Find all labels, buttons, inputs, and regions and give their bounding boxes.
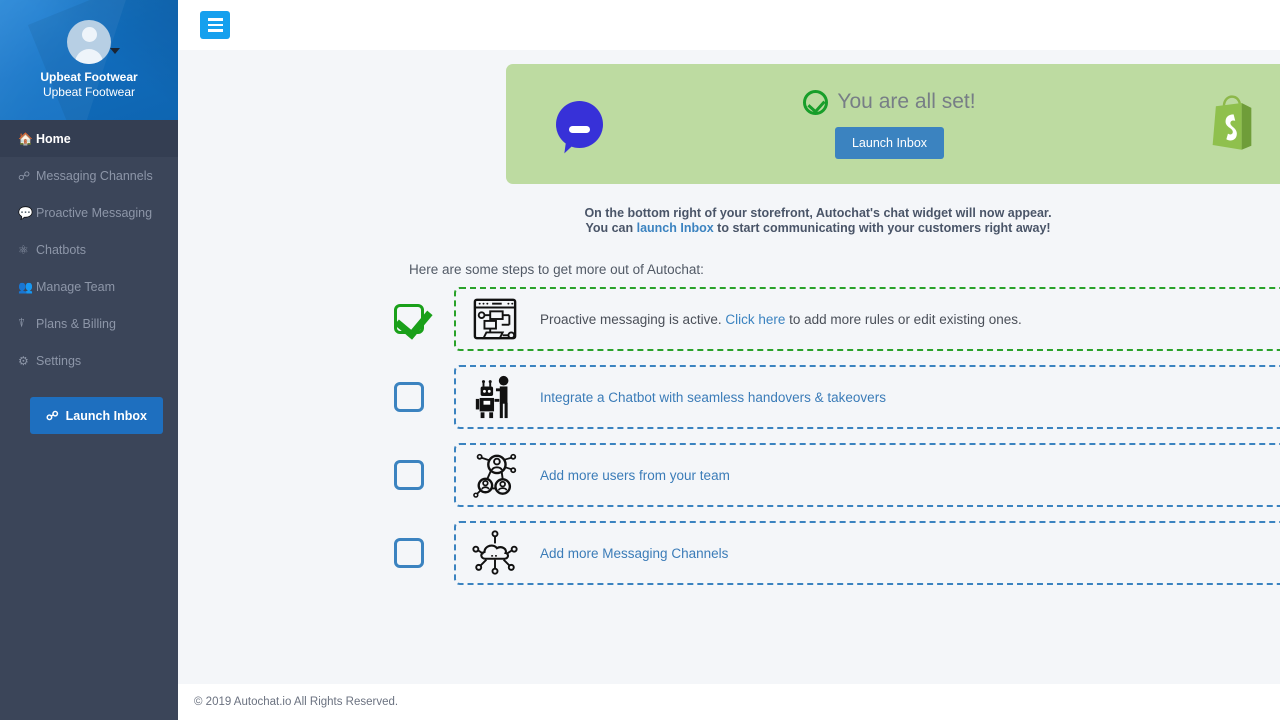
sidebar-item-label: Home — [36, 132, 71, 146]
content-region: You are all set! Launch Inbox On the bot… — [178, 50, 1280, 684]
brand-subtitle: Upbeat Footwear — [43, 85, 135, 100]
sidebar-item-label: Settings — [36, 354, 81, 368]
steps-list: Proactive messaging is active. Click her… — [394, 287, 1280, 585]
avatar-head-shape — [82, 27, 97, 42]
topbar — [178, 0, 1280, 50]
step-checkbox-proactive-messaging[interactable] — [394, 304, 424, 334]
avatar-wrap[interactable] — [67, 20, 111, 64]
hamburger-menu-icon[interactable] — [200, 11, 230, 39]
avatar — [67, 20, 111, 64]
steps-heading: Here are some steps to get more out of A… — [409, 262, 1280, 277]
shopify-bag-icon — [1206, 95, 1258, 153]
inbox-icon: ⍒ — [18, 316, 36, 331]
sidebar-item-label: Messaging Channels — [36, 169, 153, 183]
chevron-down-icon[interactable] — [110, 48, 120, 54]
banner-title: You are all set! — [837, 90, 975, 114]
home-icon: 🏠 — [18, 132, 36, 146]
step-label: Proactive messaging is active. Click her… — [540, 312, 1022, 327]
sidebar-item-proactive-messaging[interactable]: 💬 Proactive Messaging — [0, 194, 178, 231]
step-checkbox-add-users[interactable] — [394, 460, 424, 490]
sidebar: Upbeat Footwear Upbeat Footwear 🏠 Home ☍… — [0, 0, 178, 720]
step-row: Proactive messaging is active. Click her… — [394, 287, 1280, 351]
brand-block[interactable]: Upbeat Footwear Upbeat Footwear — [0, 0, 178, 120]
sidebar-item-plans-billing[interactable]: ⍒ Plans & Billing — [0, 305, 178, 342]
burger-line — [208, 24, 223, 27]
info-line-2-prefix: You can — [585, 221, 636, 235]
burger-line — [208, 18, 223, 21]
chat-bubble-mouth — [569, 126, 590, 133]
sidebar-nav: 🏠 Home ☍ Messaging Channels 💬 Proactive … — [0, 120, 178, 379]
step-label: Add more users from your team — [540, 468, 730, 483]
sidebar-item-chatbots[interactable]: ⚛ Chatbots — [0, 231, 178, 268]
step-row: Integrate a Chatbot with seamless handov… — [394, 365, 1280, 429]
sidebar-item-label: Manage Team — [36, 280, 115, 294]
external-link-icon: ☍ — [46, 408, 59, 423]
banner-launch-inbox-button[interactable]: Launch Inbox — [835, 127, 944, 159]
info-text: On the bottom right of your storefront, … — [178, 206, 1280, 236]
footer-copyright: © 2019 Autochat.io All Rights Reserved. — [194, 696, 398, 708]
sidebar-launch-inbox-button[interactable]: ☍ Launch Inbox — [30, 397, 163, 434]
comment-icon: 💬 — [18, 206, 36, 220]
info-line-1: On the bottom right of your storefront, … — [178, 206, 1280, 221]
sidebar-item-label: Chatbots — [36, 243, 86, 257]
click-here-link[interactable]: Click here — [725, 312, 785, 327]
step-text-suffix: to add more rules or edit existing ones. — [785, 312, 1021, 327]
brand-name: Upbeat Footwear — [40, 70, 137, 85]
sidebar-item-settings[interactable]: ⚙ Settings — [0, 342, 178, 379]
sidebar-launch-inbox-label: Launch Inbox — [66, 409, 147, 423]
external-link-icon: ☍ — [18, 169, 36, 183]
step-label: Integrate a Chatbot with seamless handov… — [540, 390, 886, 405]
burger-line — [208, 29, 223, 32]
robot-human-icon — [472, 374, 518, 420]
gear-icon: ⚙ — [18, 354, 36, 368]
avatar-body-shape — [75, 49, 103, 64]
info-line-2: You can launch Inbox to start communicat… — [178, 221, 1280, 236]
all-set-banner: You are all set! Launch Inbox — [506, 64, 1280, 184]
check-circle-icon — [803, 90, 828, 115]
sidebar-launch-wrap: ☍ Launch Inbox — [0, 379, 178, 434]
step-card-chatbot[interactable]: Integrate a Chatbot with seamless handov… — [454, 365, 1280, 429]
step-row: Add more Messaging Channels — [394, 521, 1280, 585]
step-label: Add more Messaging Channels — [540, 546, 728, 561]
team-network-icon — [472, 452, 518, 498]
info-line-2-suffix: to start communicating with your custome… — [714, 221, 1051, 235]
sidebar-item-label: Plans & Billing — [36, 317, 116, 331]
step-row: Add more users from your team — [394, 443, 1280, 507]
step-text-prefix: Proactive messaging is active. — [540, 312, 725, 327]
sidebar-item-home[interactable]: 🏠 Home — [0, 120, 178, 157]
users-icon: 👥 — [18, 280, 36, 294]
sidebar-item-label: Proactive Messaging — [36, 206, 152, 220]
banner-head: You are all set! — [803, 90, 975, 115]
step-card-add-users[interactable]: Add more users from your team — [454, 443, 1280, 507]
robot-icon: ⚛ — [18, 243, 36, 257]
sidebar-item-manage-team[interactable]: 👥 Manage Team — [0, 268, 178, 305]
sidebar-item-messaging-channels[interactable]: ☍ Messaging Channels — [0, 157, 178, 194]
footer: © 2019 Autochat.io All Rights Reserved. … — [178, 684, 1280, 720]
step-card-proactive-messaging[interactable]: Proactive messaging is active. Click her… — [454, 287, 1280, 351]
launch-inbox-link[interactable]: launch Inbox — [637, 221, 714, 235]
chat-bubble-icon — [556, 101, 603, 148]
flowchart-window-icon — [472, 296, 518, 342]
app-root: Upbeat Footwear Upbeat Footwear 🏠 Home ☍… — [0, 0, 1280, 720]
banner-center: You are all set! Launch Inbox — [803, 90, 975, 159]
cloud-network-icon — [472, 530, 518, 576]
step-checkbox-chatbot[interactable] — [394, 382, 424, 412]
main-area: You are all set! Launch Inbox On the bot… — [178, 0, 1280, 720]
step-card-messaging-channels[interactable]: Add more Messaging Channels — [454, 521, 1280, 585]
step-checkbox-messaging-channels[interactable] — [394, 538, 424, 568]
